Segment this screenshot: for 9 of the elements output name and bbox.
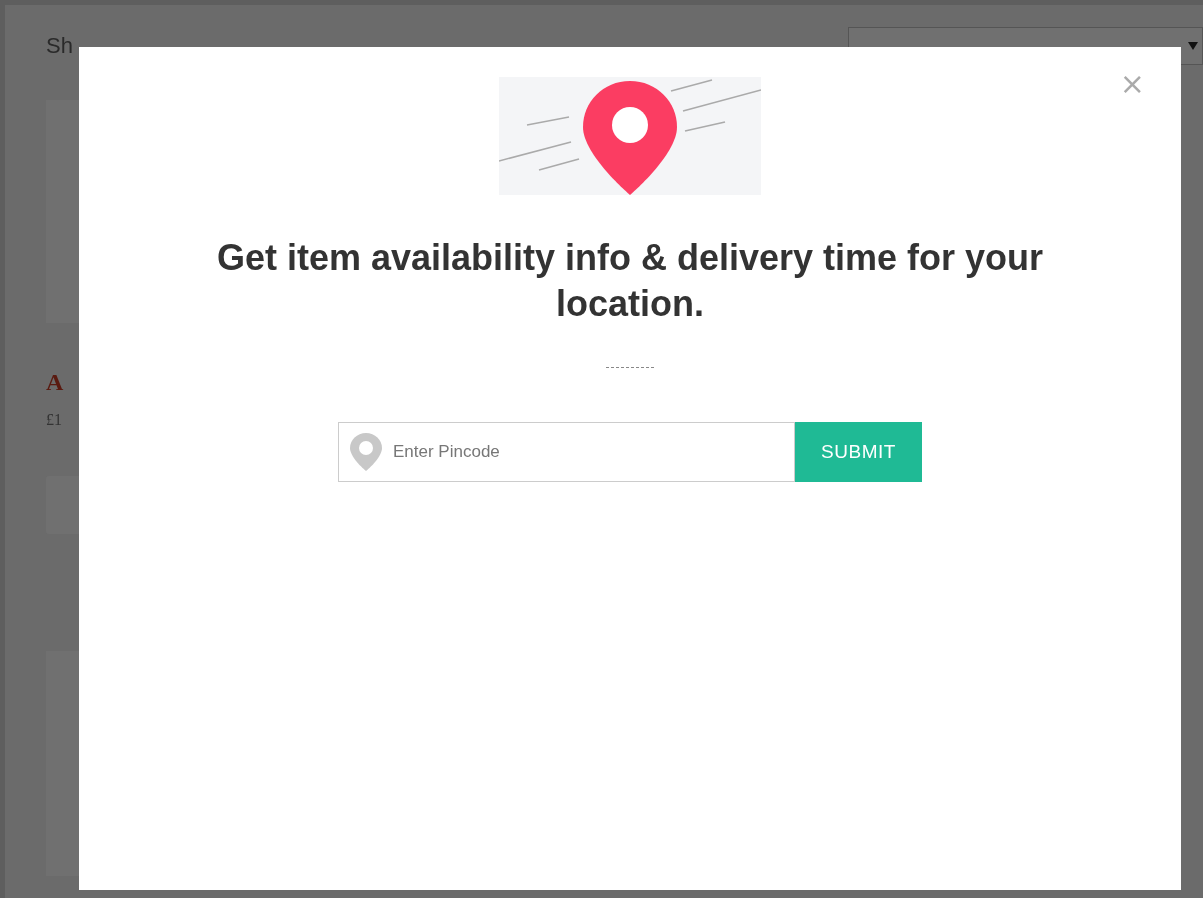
- close-button[interactable]: ×: [1119, 69, 1145, 99]
- modal-heading: Get item availability info & delivery time for your location.: [215, 236, 1045, 326]
- caret-icon: [1188, 42, 1198, 50]
- pincode-field[interactable]: Enter Pincode: [338, 422, 795, 482]
- submit-button[interactable]: SUBMIT: [795, 422, 922, 482]
- results-count: Sh: [46, 35, 73, 57]
- product-title: A: [46, 370, 65, 394]
- product-price: £1: [46, 412, 63, 428]
- location-pin-icon: [350, 433, 382, 471]
